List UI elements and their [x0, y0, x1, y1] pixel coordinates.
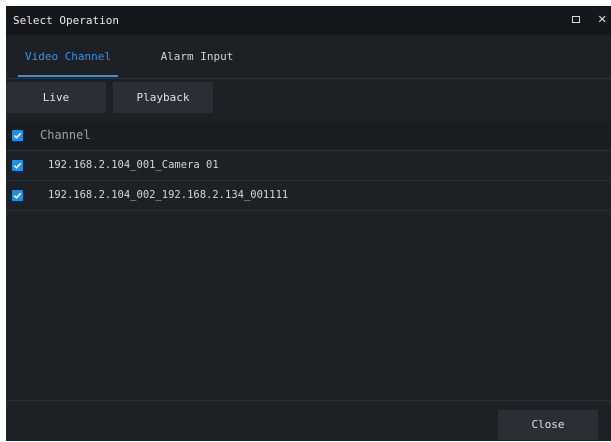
close-button[interactable]: Close	[498, 410, 598, 440]
tab-bar: Video Channel Alarm Input	[6, 35, 611, 79]
title-bar: Select Operation ✕	[6, 6, 611, 35]
channel-column-header: Channel	[40, 128, 91, 142]
select-operation-dialog: Select Operation ✕ Video Channel Alarm I…	[6, 6, 611, 441]
row-checkbox[interactable]	[12, 160, 23, 171]
dialog-footer: Close	[6, 400, 611, 442]
live-button[interactable]: Live	[6, 82, 106, 113]
select-all-checkbox[interactable]	[12, 130, 23, 141]
channel-name: 192.168.2.104_002_192.168.2.134_001111	[48, 189, 289, 201]
row-checkbox[interactable]	[12, 190, 23, 201]
tab-alarm-input[interactable]: Alarm Input	[156, 35, 238, 78]
table-row[interactable]: 192.168.2.104_001_Camera 01	[6, 151, 611, 181]
table-row[interactable]: 192.168.2.104_002_192.168.2.134_001111	[6, 181, 611, 211]
channel-name: 192.168.2.104_001_Camera 01	[48, 159, 219, 171]
table-header: Channel	[6, 121, 611, 151]
tab-video-channel[interactable]: Video Channel	[18, 35, 118, 78]
channel-table: Channel 192.168.2.104_001_Camera 01 192.…	[6, 121, 611, 211]
playback-button[interactable]: Playback	[113, 82, 213, 113]
toolbar: Live Playback	[6, 79, 611, 121]
checkbox-checked-icon	[13, 162, 22, 169]
maximize-icon[interactable]	[572, 16, 580, 23]
checkbox-checked-icon	[13, 132, 22, 139]
close-icon[interactable]: ✕	[598, 12, 611, 27]
checkbox-checked-icon	[13, 192, 22, 199]
dialog-title: Select Operation	[13, 14, 119, 27]
